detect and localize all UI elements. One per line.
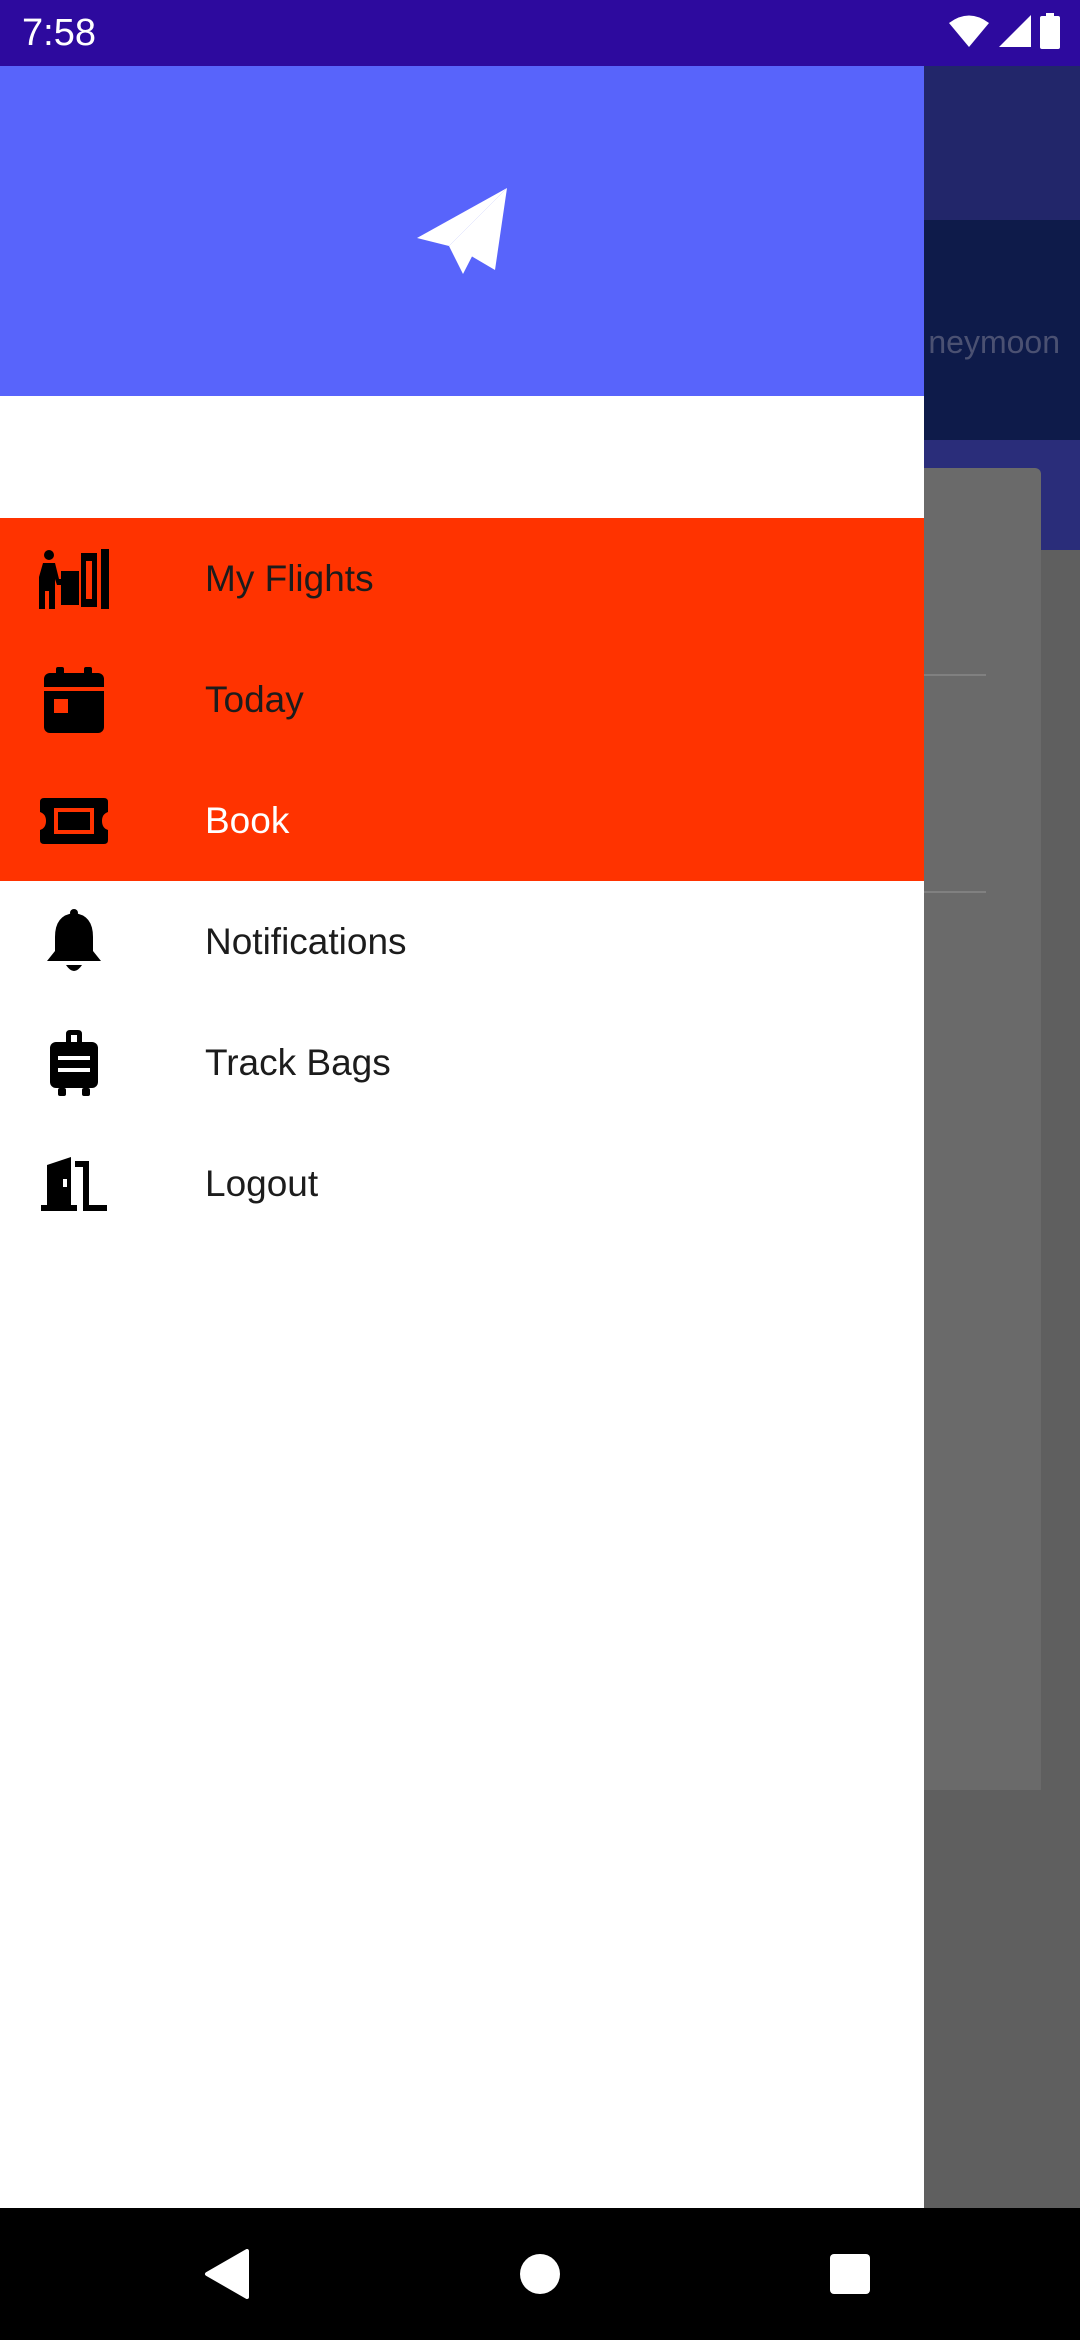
calendar-icon [38, 666, 110, 734]
signal-icon [998, 14, 1032, 53]
status-bar: 7:58 [0, 0, 1080, 66]
luggage-traveler-icon [38, 545, 110, 613]
drawer-menu: My Flights Today Book Notifications Trac… [0, 518, 924, 1244]
ticket-icon [38, 787, 110, 855]
bell-icon [38, 908, 110, 976]
status-time: 7:58 [22, 12, 96, 54]
background-tab-clip: neymoon [924, 66, 1080, 440]
suitcase-icon [38, 1029, 110, 1097]
menu-item-notifications[interactable]: Notifications [0, 881, 924, 1002]
menu-item-label: Logout [205, 1163, 319, 1204]
back-icon[interactable] [196, 2244, 256, 2304]
background-card [924, 468, 1041, 1790]
background-divider [924, 674, 986, 676]
menu-item-today[interactable]: Today [0, 639, 924, 760]
recents-icon[interactable] [820, 2244, 880, 2304]
home-icon[interactable] [510, 2244, 570, 2304]
menu-item-label: Today [205, 679, 304, 720]
menu-item-label: Book [205, 800, 290, 841]
status-icons [948, 12, 1060, 54]
menu-item-label: Track Bags [205, 1042, 391, 1083]
drawer-header [0, 66, 924, 396]
menu-item-my-flights[interactable]: My Flights [0, 518, 924, 639]
wifi-icon [948, 14, 990, 53]
menu-item-logout[interactable]: Logout [0, 1123, 924, 1244]
menu-item-label: My Flights [205, 558, 374, 599]
paper-plane-icon [415, 184, 509, 278]
background-tab-label: neymoon [928, 324, 1060, 360]
door-exit-icon [38, 1150, 110, 1218]
background-divider [924, 891, 986, 893]
battery-icon [1040, 12, 1060, 54]
menu-item-book[interactable]: Book [0, 760, 924, 881]
menu-item-track-bags[interactable]: Track Bags [0, 1002, 924, 1123]
navigation-drawer: My Flights Today Book Notifications Trac… [0, 66, 924, 2208]
system-navigation-bar [0, 2208, 1080, 2340]
menu-item-label: Notifications [205, 921, 407, 962]
